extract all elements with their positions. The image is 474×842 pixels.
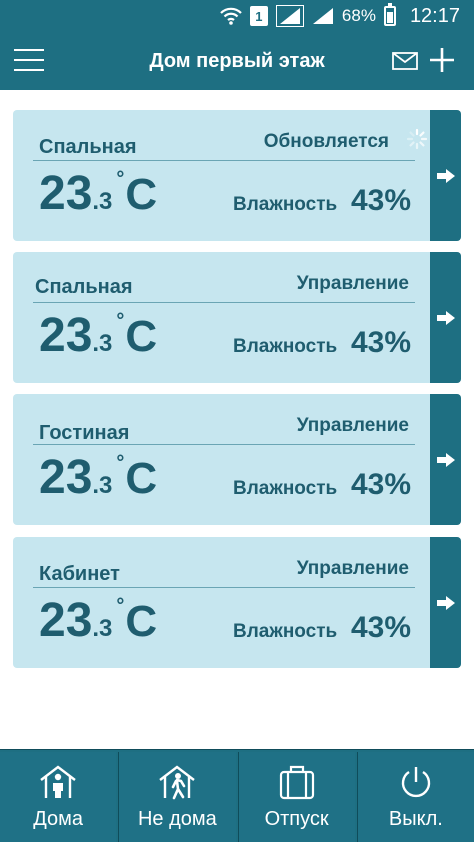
humidity-label: Влажность [233,621,338,642]
temperature: 23.3°C [39,593,157,648]
nav-label: Не дома [137,808,217,830]
temperature: 23.3°C [39,308,157,363]
room-status: Обновляется [263,131,389,152]
open-room-button[interactable] [430,252,461,383]
humidity-value: 43% [350,611,411,644]
mode-away-button[interactable]: Не дома [118,752,236,842]
temperature: 23.3°C [39,450,157,505]
divider [33,302,415,303]
temp-integer: 23 [39,451,93,504]
open-room-button[interactable] [430,394,461,525]
room-status: Управление [296,558,409,579]
arrow-right-icon [436,310,455,325]
temp-decimal: .3 [92,330,113,357]
menu-icon [14,49,44,51]
mail-icon [392,52,418,70]
room-name: Спальная [35,276,133,298]
signal-icon [312,7,334,25]
room-name: Спальная [39,136,137,158]
battery-icon [383,3,396,26]
divider [33,587,415,588]
mode-off-button[interactable]: Выкл. [356,752,474,842]
room-card[interactable]: Гостиная Управление 23.3°C Влажность 43% [13,394,461,525]
temp-unit: C [125,597,158,646]
room-name: Гостиная [39,422,130,444]
sim-icon: 1 [249,6,268,26]
temperature: 23.3°C [39,166,157,221]
battery-percent: 68% [341,6,376,25]
add-button[interactable] [428,46,456,74]
humidity-label: Влажность [233,336,338,357]
room-status: Управление [296,273,409,294]
status-bar: 1 68% 12:17 [0,0,474,32]
mode-vacation-button[interactable]: Отпуск [237,752,355,842]
power-icon [401,767,431,798]
bottom-nav: Дома Не дома Отпуск Выкл. [0,749,474,842]
home-away-icon [159,765,196,800]
degree-sign: ° [116,452,125,474]
temp-decimal: .3 [92,188,113,215]
mode-home-button[interactable]: Дома [0,752,117,842]
temp-decimal: .3 [92,472,113,499]
open-room-button[interactable] [430,537,461,668]
temp-unit: C [125,312,158,361]
mail-button[interactable] [392,52,418,70]
signal-icon [275,5,304,27]
temp-decimal: .3 [92,615,113,642]
room-name: Кабинет [39,563,120,585]
nav-label: Дома [33,808,83,830]
room-card[interactable]: Спальная Управление 23.3°C Влажность 43% [13,252,461,383]
temp-integer: 23 [39,167,93,220]
humidity-label: Влажность [233,194,338,215]
wifi-icon [220,6,242,26]
arrow-right-icon [436,595,455,610]
arrow-right-icon [436,168,455,183]
plus-icon [430,48,454,72]
arrow-right-icon [436,452,455,467]
temp-unit: C [125,454,158,503]
humidity-value: 43% [350,326,411,359]
humidity-value: 43% [350,184,411,217]
nav-label: Отпуск [264,808,329,830]
degree-sign: ° [116,168,125,190]
room-card[interactable]: Спальная Обновляется 23.3°C Влажность 43… [13,110,461,241]
nav-label: Выкл. [388,808,443,830]
clock: 12:17 [409,4,460,27]
humidity-value: 43% [350,468,411,501]
degree-sign: ° [116,310,125,332]
temp-integer: 23 [39,309,93,362]
open-room-button[interactable] [430,110,461,241]
divider [33,444,415,445]
humidity-label: Влажность [233,478,338,499]
app-bar: Дом первый этаж [0,32,474,90]
degree-sign: ° [116,595,125,617]
divider [33,160,415,161]
suitcase-icon [279,765,314,800]
room-status: Управление [296,415,409,436]
room-card[interactable]: Кабинет Управление 23.3°C Влажность 43% [13,537,461,668]
home-person-icon [40,765,76,798]
temp-unit: C [125,170,158,219]
loading-spinner-icon [406,128,428,150]
menu-button[interactable] [14,49,44,73]
temp-integer: 23 [39,594,93,647]
